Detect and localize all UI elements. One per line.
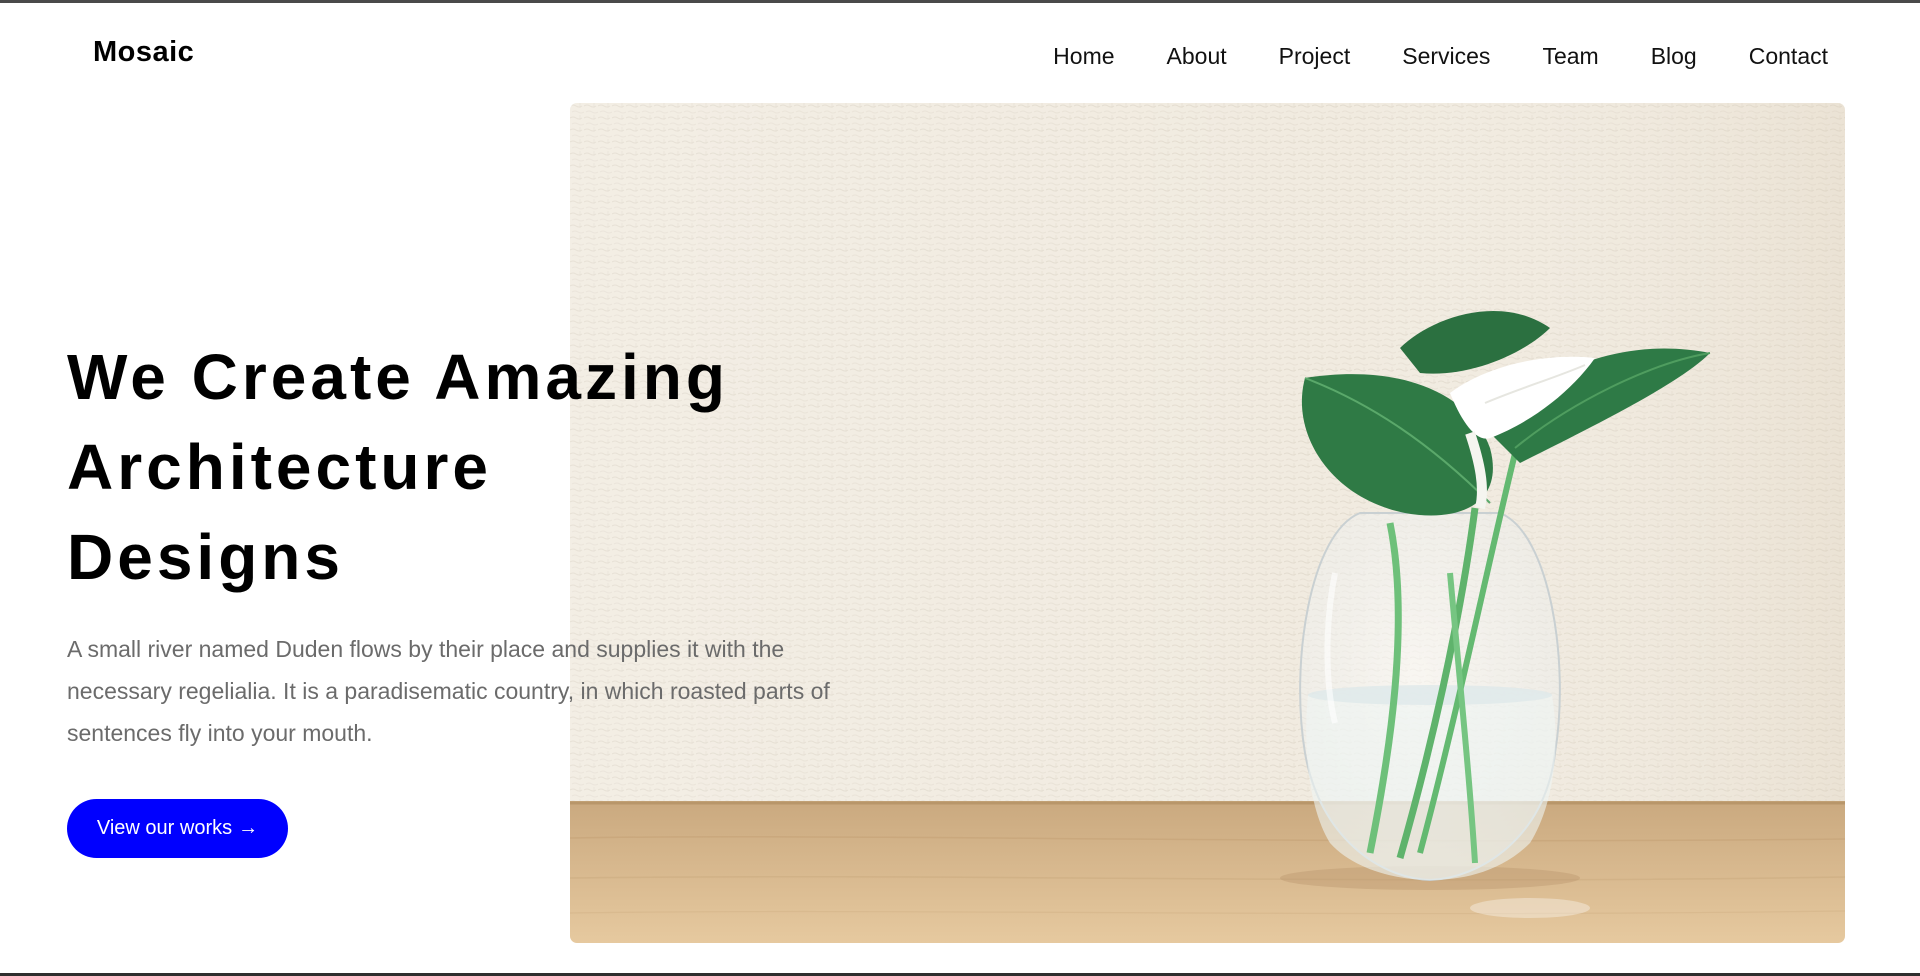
- nav-item-project[interactable]: Project: [1279, 40, 1351, 72]
- hero-description: A small river named Duden flows by their…: [67, 636, 830, 746]
- view-works-label: View our works: [96, 817, 233, 839]
- view-works-button[interactable]: View our works →: [67, 799, 288, 858]
- nav-item-contact[interactable]: Contact: [1749, 40, 1828, 72]
- hero-headline-line-1: We Create Amazing: [67, 341, 729, 413]
- top-border: [0, 0, 1920, 3]
- hero-headline-line-3: Designs: [67, 521, 344, 593]
- brand-logo[interactable]: Mosaic: [93, 36, 194, 69]
- hero-headline-line-2: Architecture: [67, 431, 492, 503]
- hero-headline: We Create Amazing Architecture Designs: [67, 332, 827, 602]
- nav-item-home[interactable]: Home: [1053, 40, 1114, 72]
- page: Mosaic Home About Project Services Team …: [0, 0, 1920, 976]
- nav-item-blog[interactable]: Blog: [1651, 40, 1697, 72]
- nav-item-about[interactable]: About: [1167, 40, 1227, 72]
- nav-item-team[interactable]: Team: [1542, 40, 1598, 72]
- main-nav: Home About Project Services Team Blog Co…: [1001, 40, 1828, 72]
- arrow-right-icon: →: [238, 817, 259, 839]
- nav-item-services[interactable]: Services: [1402, 40, 1490, 72]
